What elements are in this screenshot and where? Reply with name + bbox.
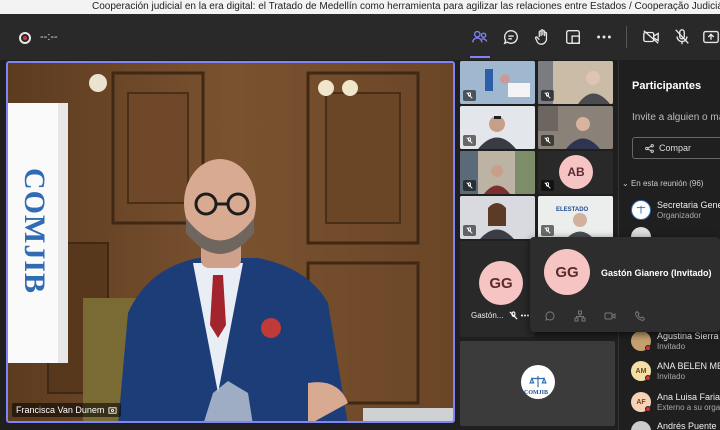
mic-off-icon xyxy=(541,180,554,191)
video-tile[interactable] xyxy=(460,196,535,239)
share-tray-icon[interactable] xyxy=(700,26,720,48)
avatar: GG xyxy=(544,249,590,295)
more-options-icon[interactable] xyxy=(520,311,530,320)
mic-off-icon xyxy=(541,225,554,236)
invite-input[interactable]: Invite a alguien o ma xyxy=(632,112,720,123)
video-tile[interactable] xyxy=(460,61,535,104)
participant-item[interactable]: Agustina Sierra Invitado xyxy=(631,329,720,355)
participant-name: Ana Luisa Faria xyxy=(657,392,720,402)
mic-off-icon xyxy=(463,225,476,236)
featured-avatar-tile[interactable]: GG Gastón... xyxy=(460,241,535,337)
tile-name: Gastón... xyxy=(471,311,504,320)
participant-role: Invitado xyxy=(657,342,686,351)
participant-item[interactable]: Secretaria Gene Organizador xyxy=(631,198,720,224)
participant-item[interactable]: AF Ana Luisa Faria Externo a su orga xyxy=(631,390,720,416)
mic-off-icon xyxy=(463,180,476,191)
tile-banner: ELESTADO xyxy=(556,207,589,213)
video-tile[interactable] xyxy=(538,106,613,149)
mic-off-icon xyxy=(463,135,476,146)
recording-time: --:-- xyxy=(40,31,58,43)
logo-caption: COMJIB xyxy=(524,390,548,396)
mic-off-icon[interactable] xyxy=(671,26,693,48)
window-title: Cooperación judicial en la era digital: … xyxy=(0,0,720,14)
video-tile[interactable] xyxy=(460,151,535,194)
raise-hand-icon[interactable] xyxy=(531,26,553,48)
participant-role: Invitado xyxy=(657,372,686,381)
mic-off-icon xyxy=(509,311,518,320)
more-icon[interactable] xyxy=(593,26,615,48)
participant-item[interactable]: AM ANA BELEN ME Invitado xyxy=(631,359,720,385)
participant-item[interactable]: Andrés Puente xyxy=(631,419,720,430)
share-icon xyxy=(645,143,654,153)
avatar: GG xyxy=(479,261,523,305)
speaker-video-scene xyxy=(8,63,453,421)
participant-item[interactable] xyxy=(631,227,720,247)
scales-icon xyxy=(529,375,547,388)
avatar xyxy=(631,421,651,430)
profile-name: Gastón Gianero (Invitado) xyxy=(601,268,712,278)
status-icon xyxy=(645,375,651,381)
participant-name: Agustina Sierra xyxy=(657,331,719,341)
participant-role: Organizador xyxy=(657,211,702,220)
camera-off-icon[interactable] xyxy=(640,26,662,48)
recording-icon xyxy=(19,32,31,44)
meeting-toolbar: --:-- xyxy=(0,14,720,60)
breakout-icon[interactable] xyxy=(562,26,584,48)
video-tile[interactable]: ELESTADO xyxy=(538,196,613,239)
chat-icon[interactable] xyxy=(544,310,556,322)
participant-name: ANA BELEN ME xyxy=(657,361,720,371)
video-call-icon[interactable] xyxy=(604,310,616,322)
status-icon xyxy=(645,345,651,351)
panel-title: Participantes xyxy=(632,80,702,92)
speaker-name: Francisca Van Dunem xyxy=(16,405,105,415)
people-icon[interactable] xyxy=(469,26,491,48)
participant-name: Secretaria Gene xyxy=(657,200,720,210)
mic-off-icon xyxy=(541,135,554,146)
speaker-name-tag: Francisca Van Dunem xyxy=(12,403,122,417)
chat-icon[interactable] xyxy=(500,26,522,48)
presenter-icon xyxy=(108,406,117,414)
toolbar-divider xyxy=(626,26,627,48)
profile-hover-card: GG Gastón Gianero (Invitado) xyxy=(530,237,720,332)
mic-off-icon xyxy=(463,90,476,101)
share-invite-button[interactable]: Compar xyxy=(632,137,720,159)
participant-role: Externo a su orga xyxy=(657,403,720,412)
phone-icon[interactable] xyxy=(634,310,646,322)
avatar-tile[interactable]: AB xyxy=(538,151,613,194)
profile-actions xyxy=(544,310,646,322)
chevron-down-icon: ⌄ xyxy=(622,179,629,188)
mic-off-icon xyxy=(541,90,554,101)
share-label: Compar xyxy=(659,143,692,153)
avatar: AB xyxy=(559,155,593,189)
participant-name: Andrés Puente xyxy=(657,421,717,430)
active-indicator xyxy=(470,56,490,58)
logo-tile[interactable]: COMJIB xyxy=(460,341,615,426)
main-video-stage[interactable]: COMJIB Francisca Van Dunem xyxy=(6,61,455,423)
video-tile[interactable] xyxy=(538,61,613,104)
section-label: En esta reunión (96) xyxy=(630,179,704,188)
section-header[interactable]: ⌄ En esta reunión (96) xyxy=(622,179,703,188)
video-tile[interactable] xyxy=(460,106,535,149)
avatar xyxy=(631,200,651,220)
banner-text: COMJIB xyxy=(18,168,51,294)
status-icon xyxy=(645,406,651,412)
org-chart-icon[interactable] xyxy=(574,310,586,322)
